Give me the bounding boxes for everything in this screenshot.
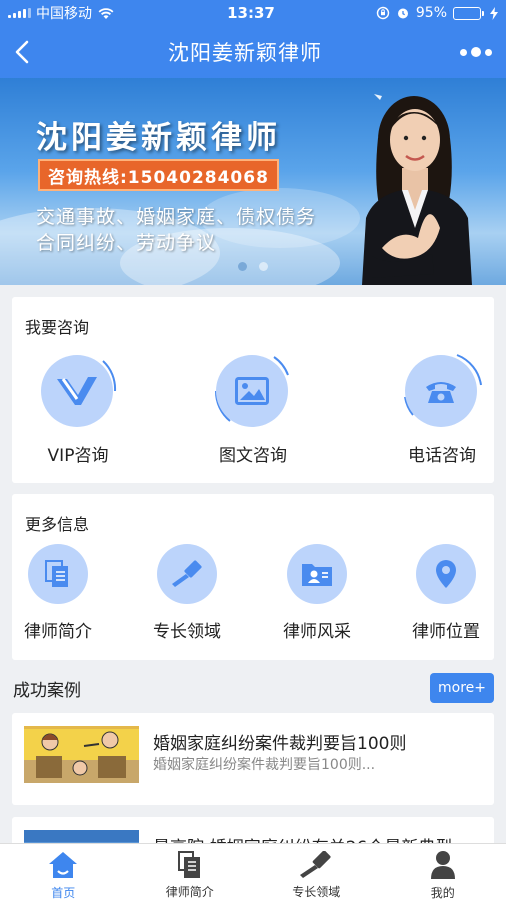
cases-header: 成功案例 more+ <box>12 673 494 703</box>
specialty-label: 专长领域 <box>153 622 221 642</box>
lawyer-gallery-label: 律师风采 <box>283 622 351 642</box>
phone-consult-label: 电话咨询 <box>408 446 476 466</box>
case-subtitle: 婚姻家庭纠纷案件裁判要旨100则... <box>153 757 376 773</box>
folder-id-icon <box>302 564 332 586</box>
tab-specialty[interactable]: 专长领域 <box>253 844 380 900</box>
document-icon <box>177 850 200 878</box>
more-info-title: 更多信息 <box>25 515 90 534</box>
vip-consult-button[interactable]: VIP咨询 <box>23 351 133 466</box>
more-button[interactable] <box>446 26 506 78</box>
cases-title: 成功案例 <box>13 681 81 701</box>
carousel-dot[interactable] <box>259 262 268 271</box>
tab-specialty-label: 专长领域 <box>292 885 341 899</box>
case-thumbnail <box>24 726 139 783</box>
tab-mine-label: 我的 <box>430 886 455 900</box>
banner-carousel[interactable]: 沈阳姜新颖律师 咨询热线:15040284068 交通事故、婚姻家庭、债权债务 … <box>0 78 506 285</box>
more-dots-icon <box>460 47 492 57</box>
document-icon <box>45 560 68 587</box>
battery-icon <box>453 6 484 20</box>
carousel-dot[interactable] <box>238 262 247 271</box>
tab-lawyer-intro-label: 律师简介 <box>165 885 214 899</box>
lawyer-intro-label: 律师简介 <box>24 622 92 642</box>
back-arrow-icon <box>15 40 29 64</box>
tab-home[interactable]: 首页 <box>0 844 127 900</box>
tab-mine[interactable]: 我的 <box>380 844 506 900</box>
lawyer-location-label: 律师位置 <box>412 622 480 642</box>
phone-consult-button[interactable]: 电话咨询 <box>387 351 497 466</box>
case-list-item[interactable]: 婚姻家庭纠纷案件裁判要旨100则 婚姻家庭纠纷案件裁判要旨100则... <box>12 713 494 805</box>
lawyer-location-button[interactable]: 律师位置 <box>398 544 494 642</box>
banner-practice-line-1: 交通事故、婚姻家庭、债权债务 <box>36 206 317 228</box>
alarm-icon <box>397 8 408 19</box>
signal-icon <box>8 8 31 18</box>
tab-home-label: 首页 <box>51 886 76 900</box>
case-title: 婚姻家庭纠纷案件裁判要旨100则 <box>153 734 407 754</box>
image-text-consult-label: 图文咨询 <box>219 446 287 466</box>
user-icon <box>430 851 455 879</box>
image-icon <box>235 377 269 405</box>
back-button[interactable] <box>0 26 44 78</box>
charging-icon <box>490 6 498 20</box>
carrier-label: 中国移动 <box>36 6 92 22</box>
lawyer-portrait <box>362 94 472 285</box>
more-info-card: 更多信息 律师简介 专长领域 律师风采 律师位置 <box>12 494 494 660</box>
nav-bar: 沈阳姜新颖律师 <box>0 26 506 78</box>
bottom-tab-bar: 首页 律师简介 专长领域 我的 <box>0 843 506 900</box>
location-pin-icon <box>436 560 456 588</box>
rotation-lock-icon <box>376 6 390 20</box>
wifi-icon <box>98 7 114 19</box>
page-title: 沈阳姜新颖律师 <box>168 41 322 65</box>
battery-percent: 95% <box>415 5 447 21</box>
lawyer-gallery-button[interactable]: 律师风采 <box>269 544 365 642</box>
banner-practice-line-2: 合同纠纷、劳动争议 <box>36 232 217 254</box>
lawyer-intro-button[interactable]: 律师简介 <box>10 544 106 642</box>
tab-lawyer-intro[interactable]: 律师简介 <box>127 844 254 900</box>
status-bar: 中国移动 13:37 95% <box>0 0 506 26</box>
vip-icon <box>57 377 97 405</box>
home-icon <box>49 852 78 878</box>
consult-card: 我要咨询 VIP咨询 图文咨询 电话咨询 <box>12 297 494 483</box>
image-text-consult-button[interactable]: 图文咨询 <box>198 351 308 466</box>
gavel-icon <box>300 850 331 878</box>
specialty-button[interactable]: 专长领域 <box>139 544 235 642</box>
telephone-icon <box>426 382 456 403</box>
banner-hotline: 咨询热线:15040284068 <box>38 159 279 191</box>
consult-title: 我要咨询 <box>25 318 90 337</box>
status-time: 13:37 <box>227 4 275 22</box>
more-cases-button[interactable]: more+ <box>430 673 494 703</box>
gavel-icon <box>172 560 202 587</box>
carousel-indicator[interactable] <box>238 262 268 271</box>
banner-title: 沈阳姜新颖律师 <box>36 120 281 156</box>
vip-consult-label: VIP咨询 <box>47 446 109 466</box>
